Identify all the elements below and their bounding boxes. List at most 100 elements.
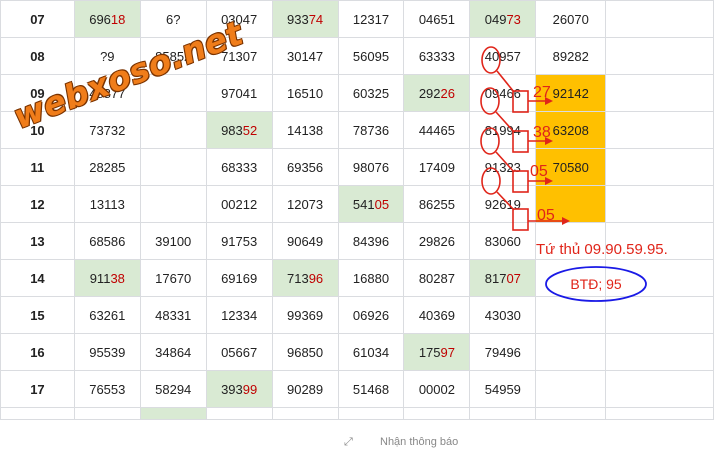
- table-cell[interactable]: 60325: [337, 74, 405, 112]
- table-cell[interactable]: 68586: [73, 222, 141, 260]
- table-cell[interactable]: [535, 370, 607, 408]
- table-cell[interactable]: 06926: [337, 296, 405, 334]
- table-cell[interactable]: 96850: [271, 333, 339, 371]
- table-cell[interactable]: 79496: [469, 333, 537, 371]
- table-cell[interactable]: 91323: [469, 148, 537, 186]
- table-cell[interactable]: 30147: [271, 37, 339, 75]
- empty-cell[interactable]: [605, 333, 714, 371]
- table-cell[interactable]: 83060: [469, 222, 537, 260]
- row-label[interactable]: 13: [0, 222, 75, 260]
- empty-cell[interactable]: [205, 407, 273, 420]
- empty-cell[interactable]: [605, 296, 714, 334]
- table-cell[interactable]: 95539: [73, 333, 141, 371]
- table-cell[interactable]: 84396: [337, 222, 405, 260]
- empty-cell[interactable]: [337, 407, 405, 420]
- row-label[interactable]: 08: [0, 37, 75, 75]
- table-cell[interactable]: 93374: [271, 0, 339, 38]
- table-cell[interactable]: 90289: [271, 370, 339, 408]
- row-label[interactable]: 17: [0, 370, 75, 408]
- table-cell[interactable]: 97041: [205, 74, 273, 112]
- table-cell[interactable]: 63261: [73, 296, 141, 334]
- table-cell[interactable]: 81707: [469, 259, 537, 297]
- table-cell[interactable]: 73732: [73, 111, 141, 149]
- table-cell[interactable]: 40369: [403, 296, 471, 334]
- table-cell[interactable]: 69356: [271, 148, 339, 186]
- table-cell[interactable]: 16510: [271, 74, 339, 112]
- empty-cell[interactable]: [0, 407, 75, 420]
- table-cell[interactable]: 98352: [205, 111, 273, 149]
- table-cell[interactable]: 17597: [403, 333, 471, 371]
- table-cell[interactable]: 56095: [337, 37, 405, 75]
- table-cell[interactable]: [139, 148, 207, 186]
- table-cell[interactable]: 54959: [469, 370, 537, 408]
- table-cell[interactable]: 14138: [271, 111, 339, 149]
- table-cell[interactable]: 17409: [403, 148, 471, 186]
- empty-cell[interactable]: [73, 407, 141, 420]
- table-cell[interactable]: 58294: [139, 370, 207, 408]
- row-label[interactable]: 14: [0, 259, 75, 297]
- table-cell[interactable]: 90649: [271, 222, 339, 260]
- table-cell[interactable]: 28285: [73, 148, 141, 186]
- table-cell[interactable]: 39399: [205, 370, 273, 408]
- empty-cell[interactable]: [605, 0, 714, 38]
- row-label[interactable]: 15: [0, 296, 75, 334]
- table-cell[interactable]: 61034: [337, 333, 405, 371]
- empty-cell[interactable]: [605, 74, 714, 112]
- table-cell[interactable]: 39100: [139, 222, 207, 260]
- table-cell[interactable]: 63333: [403, 37, 471, 75]
- table-cell[interactable]: 09466: [469, 74, 537, 112]
- table-cell[interactable]: 44465: [403, 111, 471, 149]
- table-cell[interactable]: 69169: [205, 259, 273, 297]
- table-cell[interactable]: 48331: [139, 296, 207, 334]
- table-cell[interactable]: 00212: [205, 185, 273, 223]
- table-cell[interactable]: 99369: [271, 296, 339, 334]
- table-cell[interactable]: 92619: [469, 185, 537, 223]
- table-cell[interactable]: 51468: [337, 370, 405, 408]
- table-cell[interactable]: 40957: [469, 37, 537, 75]
- table-cell[interactable]: 29226: [403, 74, 471, 112]
- table-cell[interactable]: 12317: [337, 0, 405, 38]
- table-cell[interactable]: 12334: [205, 296, 273, 334]
- table-cell[interactable]: 68333: [205, 148, 273, 186]
- row-label[interactable]: 07: [0, 0, 75, 38]
- table-cell[interactable]: 26070: [535, 0, 607, 38]
- table-cell[interactable]: 04973: [469, 0, 537, 38]
- table-cell[interactable]: 05667: [205, 333, 273, 371]
- row-label[interactable]: 11: [0, 148, 75, 186]
- table-cell[interactable]: 29826: [403, 222, 471, 260]
- table-cell[interactable]: 78736: [337, 111, 405, 149]
- empty-cell[interactable]: [605, 111, 714, 149]
- table-cell[interactable]: [535, 296, 607, 334]
- row-label[interactable]: 16: [0, 333, 75, 371]
- table-cell[interactable]: [139, 111, 207, 149]
- table-cell[interactable]: [535, 333, 607, 371]
- empty-cell[interactable]: [605, 37, 714, 75]
- table-cell[interactable]: 13113: [73, 185, 141, 223]
- empty-cell[interactable]: [605, 407, 714, 420]
- table-cell[interactable]: 12073: [271, 185, 339, 223]
- table-cell[interactable]: 16880: [337, 259, 405, 297]
- table-cell[interactable]: 91138: [73, 259, 141, 297]
- table-cell[interactable]: 81994: [469, 111, 537, 149]
- table-cell[interactable]: [139, 185, 207, 223]
- table-cell[interactable]: 76553: [73, 370, 141, 408]
- table-cell[interactable]: 98076: [337, 148, 405, 186]
- table-cell[interactable]: 91753: [205, 222, 273, 260]
- empty-cell[interactable]: [403, 407, 471, 420]
- table-cell[interactable]: 86255: [403, 185, 471, 223]
- empty-cell[interactable]: [535, 407, 607, 420]
- empty-cell[interactable]: [139, 407, 207, 420]
- table-cell[interactable]: 43030: [469, 296, 537, 334]
- table-cell[interactable]: 69618: [73, 0, 141, 38]
- table-cell[interactable]: 80287: [403, 259, 471, 297]
- empty-cell[interactable]: [469, 407, 537, 420]
- table-cell[interactable]: 89282: [535, 37, 607, 75]
- table-cell[interactable]: 34864: [139, 333, 207, 371]
- table-cell[interactable]: 71396: [271, 259, 339, 297]
- row-label[interactable]: 12: [0, 185, 75, 223]
- empty-cell[interactable]: [605, 148, 714, 186]
- table-cell[interactable]: 17670: [139, 259, 207, 297]
- table-cell[interactable]: 54105: [337, 185, 405, 223]
- table-cell[interactable]: 04651: [403, 0, 471, 38]
- empty-cell[interactable]: [271, 407, 339, 420]
